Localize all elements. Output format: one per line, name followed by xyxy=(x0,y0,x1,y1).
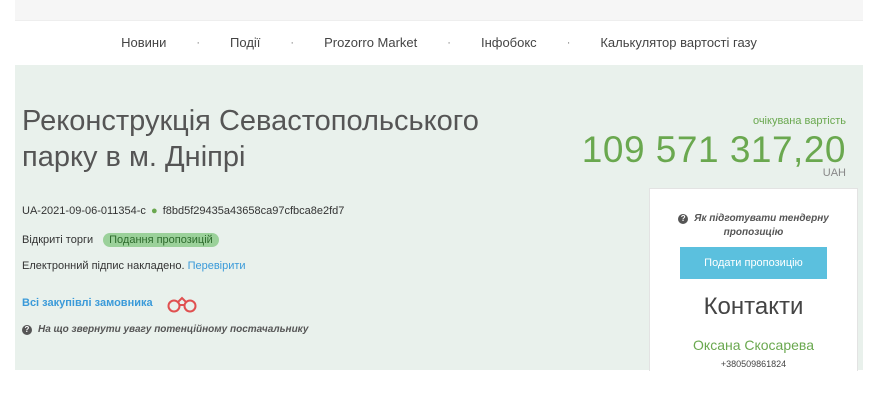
contact-name: Оксана Скосарева xyxy=(693,337,814,353)
contact-phone: +380509861824 xyxy=(720,359,787,369)
question-icon: ? xyxy=(22,324,32,335)
nav-separator: · xyxy=(447,36,451,49)
tender-panel: Реконструкція Севастопольського парку в … xyxy=(15,65,863,371)
supplier-hint[interactable]: ? На що звернути увагу потенційному пост… xyxy=(22,324,308,335)
verify-signature-link[interactable]: Перевірити xyxy=(188,260,246,272)
nav-item-news[interactable]: Новини xyxy=(121,35,166,50)
supplier-hint-text: На що звернути увагу потенційному постач… xyxy=(38,324,309,335)
action-sidebar: ? Як підготувати тендерну пропозицію Пода… xyxy=(649,188,858,371)
budget-amount: 109 571 317,20 xyxy=(581,129,846,170)
nav-separator: · xyxy=(196,36,201,49)
all-purchases-link[interactable]: Всі закупівлі замовника xyxy=(22,297,153,309)
tender-id: UA-2021-09-06-011354-c xyxy=(22,205,146,217)
tender-id-row: UA-2021-09-06-011354-c ● f8bd5f29435a436… xyxy=(22,205,344,217)
signature-text: Електронний підпис накладено. xyxy=(22,260,185,272)
status-dot-icon: ● xyxy=(151,205,158,217)
submit-proposal-button[interactable]: Подати пропозицію xyxy=(680,247,827,279)
nav-item-events[interactable]: Події xyxy=(230,35,260,50)
status-badge: Подання пропозицій xyxy=(103,233,219,247)
top-strip xyxy=(15,0,863,21)
procedure-row: Відкриті торги Подання пропозицій xyxy=(22,233,219,247)
procedure-type: Відкриті торги xyxy=(22,234,94,246)
how-to-prepare-text: Як підготувати тендерну пропозицію xyxy=(694,213,829,238)
binoculars-icon[interactable] xyxy=(165,295,199,318)
nav-item-gas-calculator[interactable]: Калькулятор вартості газу xyxy=(600,35,757,50)
question-icon: ? xyxy=(678,214,689,224)
nav-separator: · xyxy=(566,36,571,49)
main-nav: Новини · Події · Prozorro Market · Інфоб… xyxy=(15,20,863,65)
contacts-title: Контакти xyxy=(703,293,804,320)
budget-currency: UAH xyxy=(822,167,846,179)
nav-item-prozorro-market[interactable]: Prozorro Market xyxy=(324,35,417,50)
how-to-prepare-link[interactable]: ? Як підготувати тендерну пропозицію xyxy=(670,212,837,240)
tender-title: Реконструкція Севастопольського парку в … xyxy=(22,105,479,173)
budget-label: очікувана вартість xyxy=(752,115,846,127)
tender-hash: f8bd5f29435a43658ca97cfbca8e2fd7 xyxy=(162,205,345,217)
signature-row: Електронний підпис накладено. Перевірити xyxy=(22,260,246,272)
nav-separator: · xyxy=(290,36,295,49)
nav-item-infobox[interactable]: Інфобокс xyxy=(481,35,537,50)
